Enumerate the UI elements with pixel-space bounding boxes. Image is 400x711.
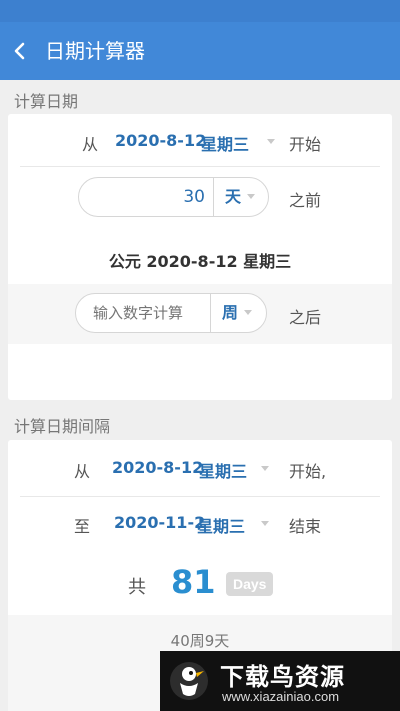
- before-suffix: 之前: [289, 191, 322, 210]
- start-label: 开始: [289, 135, 322, 154]
- interval-start-date: 2020-8-12: [112, 458, 204, 477]
- base-date-value: 2020-8-12: [115, 131, 207, 150]
- chevron-down-icon: [261, 521, 269, 526]
- from-label: 从: [82, 135, 99, 154]
- total-days-value: 81: [171, 563, 216, 601]
- interval-end-date: 2020-11-2: [114, 513, 206, 532]
- chevron-down-icon: [247, 194, 255, 199]
- page-title: 日期计算器: [45, 39, 145, 63]
- bird-logo-icon: [170, 662, 208, 700]
- watermark-banner: 下载鸟资源 www.xiazainiao.com: [160, 651, 400, 711]
- before-days-input[interactable]: [79, 178, 213, 216]
- days-unit-badge: Days: [226, 572, 274, 596]
- unit-separator: [210, 294, 211, 332]
- after-suffix: 之后: [289, 308, 322, 327]
- interval-start-weekday: 星期三: [199, 462, 248, 481]
- app-bar: 日期计算器: [0, 22, 400, 80]
- before-unit-label: 天: [225, 187, 242, 206]
- after-row: 周 之后: [8, 284, 392, 344]
- interval-total-row: 共 81 Days: [8, 553, 392, 615]
- unit-separator: [213, 178, 214, 216]
- section-title-calc-date: 计算日期: [14, 92, 79, 111]
- watermark-title: 下载鸟资源: [220, 663, 345, 691]
- interval-end-weekday: 星期三: [197, 517, 246, 536]
- total-label: 共: [128, 577, 146, 598]
- before-stepper: 天: [78, 177, 269, 217]
- base-weekday-value: 星期三: [201, 135, 250, 154]
- section-title-interval: 计算日期间隔: [14, 417, 111, 436]
- chevron-down-icon: [244, 310, 252, 315]
- back-arrow-icon[interactable]: [10, 38, 30, 64]
- interval-start-suffix: 开始,: [289, 462, 327, 481]
- interval-from-label: 从: [74, 462, 91, 481]
- after-weeks-input[interactable]: [76, 294, 210, 332]
- interval-end-suffix: 结束: [289, 517, 322, 536]
- interval-to-label: 至: [74, 517, 91, 536]
- calc-result: 公元 2020-8-12 星期三: [108, 252, 292, 271]
- calc-date-card: 从 2020-8-12 星期三 开始 天 之前 公元 2020-8-12 星期三…: [8, 114, 392, 400]
- after-stepper: 周: [75, 293, 267, 333]
- chevron-down-icon: [267, 139, 275, 144]
- status-bar: [0, 0, 400, 22]
- chevron-down-icon: [261, 466, 269, 471]
- base-date-row: 从 2020-8-12 星期三 开始: [8, 114, 392, 166]
- interval-start-row: 从 2020-8-12 星期三 开始,: [8, 440, 392, 496]
- interval-end-row: 至 2020-11-2 星期三 结束: [8, 497, 392, 553]
- watermark-url: www.xiazainiao.com: [222, 689, 340, 704]
- after-unit-label: 周: [222, 303, 239, 322]
- before-row: 天 之前: [8, 167, 392, 231]
- weeks-days-value: 40周9天: [170, 632, 230, 650]
